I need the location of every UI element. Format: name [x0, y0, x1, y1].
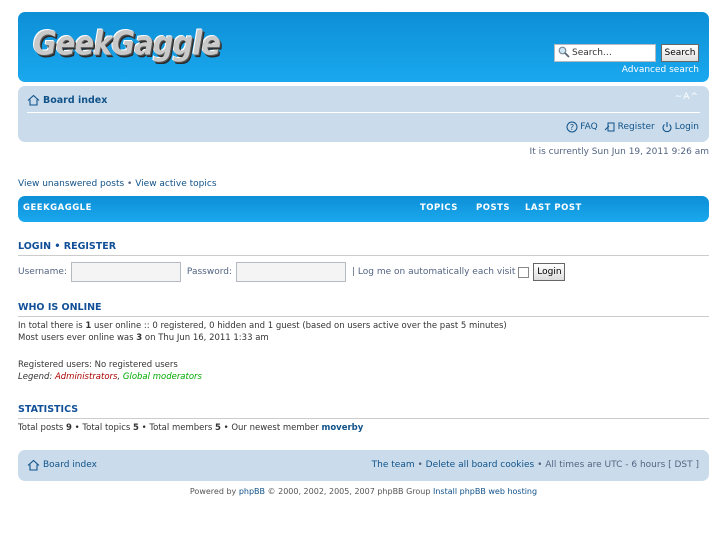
- board-index-label: Board index: [43, 94, 108, 106]
- hosting-link[interactable]: Install phpBB web hosting: [433, 487, 537, 496]
- register-link[interactable]: Register: [604, 121, 655, 133]
- legend-global-moderators-link[interactable]: Global moderators: [123, 372, 202, 382]
- password-field[interactable]: [236, 262, 346, 282]
- register-heading-link[interactable]: REGISTER: [64, 241, 116, 252]
- total-members-label: • Total members: [138, 423, 215, 433]
- login-form: Username: Password: | Log me on automati…: [18, 262, 566, 282]
- search-button[interactable]: Search: [661, 44, 699, 62]
- legend-label: Legend:: [18, 372, 55, 382]
- login-heading-separator: •: [51, 241, 64, 252]
- login-heading-link[interactable]: LOGIN: [18, 241, 51, 252]
- newest-member-link[interactable]: moverby: [321, 423, 363, 433]
- last-post-column-header: LAST POST: [525, 203, 582, 213]
- site-logo[interactable]: GeekGaggle: [33, 23, 221, 62]
- view-active-link[interactable]: View active topics: [135, 179, 216, 189]
- username-label: Username:: [18, 267, 67, 277]
- statistics-heading: STATISTICS: [18, 404, 709, 419]
- registered-users: Registered users: No registered users Le…: [18, 359, 202, 383]
- online-line1-pre: In total there is: [18, 321, 86, 331]
- faq-link[interactable]: ? FAQ: [566, 121, 598, 133]
- the-team-link[interactable]: The team: [372, 460, 415, 470]
- autologin-checkbox[interactable]: [518, 266, 530, 278]
- quick-links: View unanswered posts • View active topi…: [18, 179, 217, 189]
- online-line1-post: user online :: 0 registered, 0 hidden an…: [91, 321, 507, 331]
- login-heading: LOGIN • REGISTER: [18, 241, 709, 256]
- login-button[interactable]: Login: [533, 263, 566, 281]
- copyright-text: © 2000, 2002, 2005, 2007 phpBB Group: [265, 487, 433, 496]
- home-icon: [27, 94, 40, 106]
- powered-by-text: Powered by: [189, 487, 239, 496]
- timezone-text: • All times are UTC - 6 hours [ DST ]: [534, 460, 699, 470]
- forum-name[interactable]: GEEKGAGGLE: [23, 203, 92, 213]
- posts-column-header: POSTS: [476, 203, 510, 213]
- site-header: GeekGaggle Search… Search Advanced searc…: [18, 12, 709, 82]
- faq-label: FAQ: [580, 122, 598, 132]
- username-field[interactable]: [70, 262, 181, 282]
- register-label: Register: [617, 122, 655, 132]
- topics-column-header: TOPICS: [420, 203, 458, 213]
- board-index-link[interactable]: Board index: [27, 94, 107, 106]
- copyright: Powered by phpBB © 2000, 2002, 2005, 200…: [0, 487, 727, 496]
- current-time: It is currently Sun Jun 19, 2011 9:26 am: [529, 147, 709, 157]
- quick-links-separator: •: [124, 179, 136, 189]
- autologin-label: | Log me on automatically each visit: [352, 267, 516, 277]
- footer-board-index-link[interactable]: Board index: [27, 459, 97, 471]
- newest-member-label: • Our newest member: [220, 423, 322, 433]
- nav-links: ? FAQ Register Login: [566, 121, 699, 133]
- power-icon: [662, 122, 672, 133]
- font-size-changer[interactable]: ~A^: [675, 92, 699, 102]
- total-topics-label: • Total topics: [71, 423, 134, 433]
- navbar: Board index ~A^ ? FAQ Register Login: [18, 86, 709, 142]
- who-is-online-heading: WHO IS ONLINE: [18, 302, 709, 317]
- total-posts-label: Total posts: [18, 423, 67, 433]
- footer-board-index-label: Board index: [43, 460, 97, 470]
- search-icon: [558, 46, 570, 58]
- footer-navbar: Board index The team • Delete all board …: [18, 450, 709, 481]
- advanced-search-link[interactable]: Advanced search: [622, 65, 699, 75]
- registered-users-text: Registered users: No registered users: [18, 360, 178, 370]
- nav-divider: [27, 112, 700, 113]
- svg-text:?: ?: [570, 123, 574, 132]
- view-unanswered-link[interactable]: View unanswered posts: [18, 179, 124, 189]
- login-link[interactable]: Login: [661, 121, 699, 133]
- online-line2-pre: Most users ever online was: [18, 333, 137, 343]
- register-icon: [604, 122, 615, 132]
- faq-icon: ?: [566, 121, 578, 133]
- home-icon: [27, 459, 40, 471]
- login-label: Login: [674, 122, 699, 132]
- password-label: Password:: [186, 267, 232, 277]
- forum-header-bar: GEEKGAGGLE TOPICS POSTS LAST POST: [18, 196, 709, 222]
- legend-administrators-link[interactable]: Administrators: [55, 372, 118, 382]
- delete-cookies-link[interactable]: Delete all board cookies: [426, 460, 535, 470]
- online-line2-post: on Thu Jun 16, 2011 1:33 am: [142, 333, 269, 343]
- footer-separator: •: [414, 460, 426, 470]
- footer-links: The team • Delete all board cookies • Al…: [372, 460, 699, 470]
- online-summary: In total there is 1 user online :: 0 reg…: [18, 320, 507, 344]
- statistics-text: Total posts 9 • Total topics 5 • Total m…: [18, 422, 363, 434]
- phpbb-link[interactable]: phpBB: [239, 487, 265, 496]
